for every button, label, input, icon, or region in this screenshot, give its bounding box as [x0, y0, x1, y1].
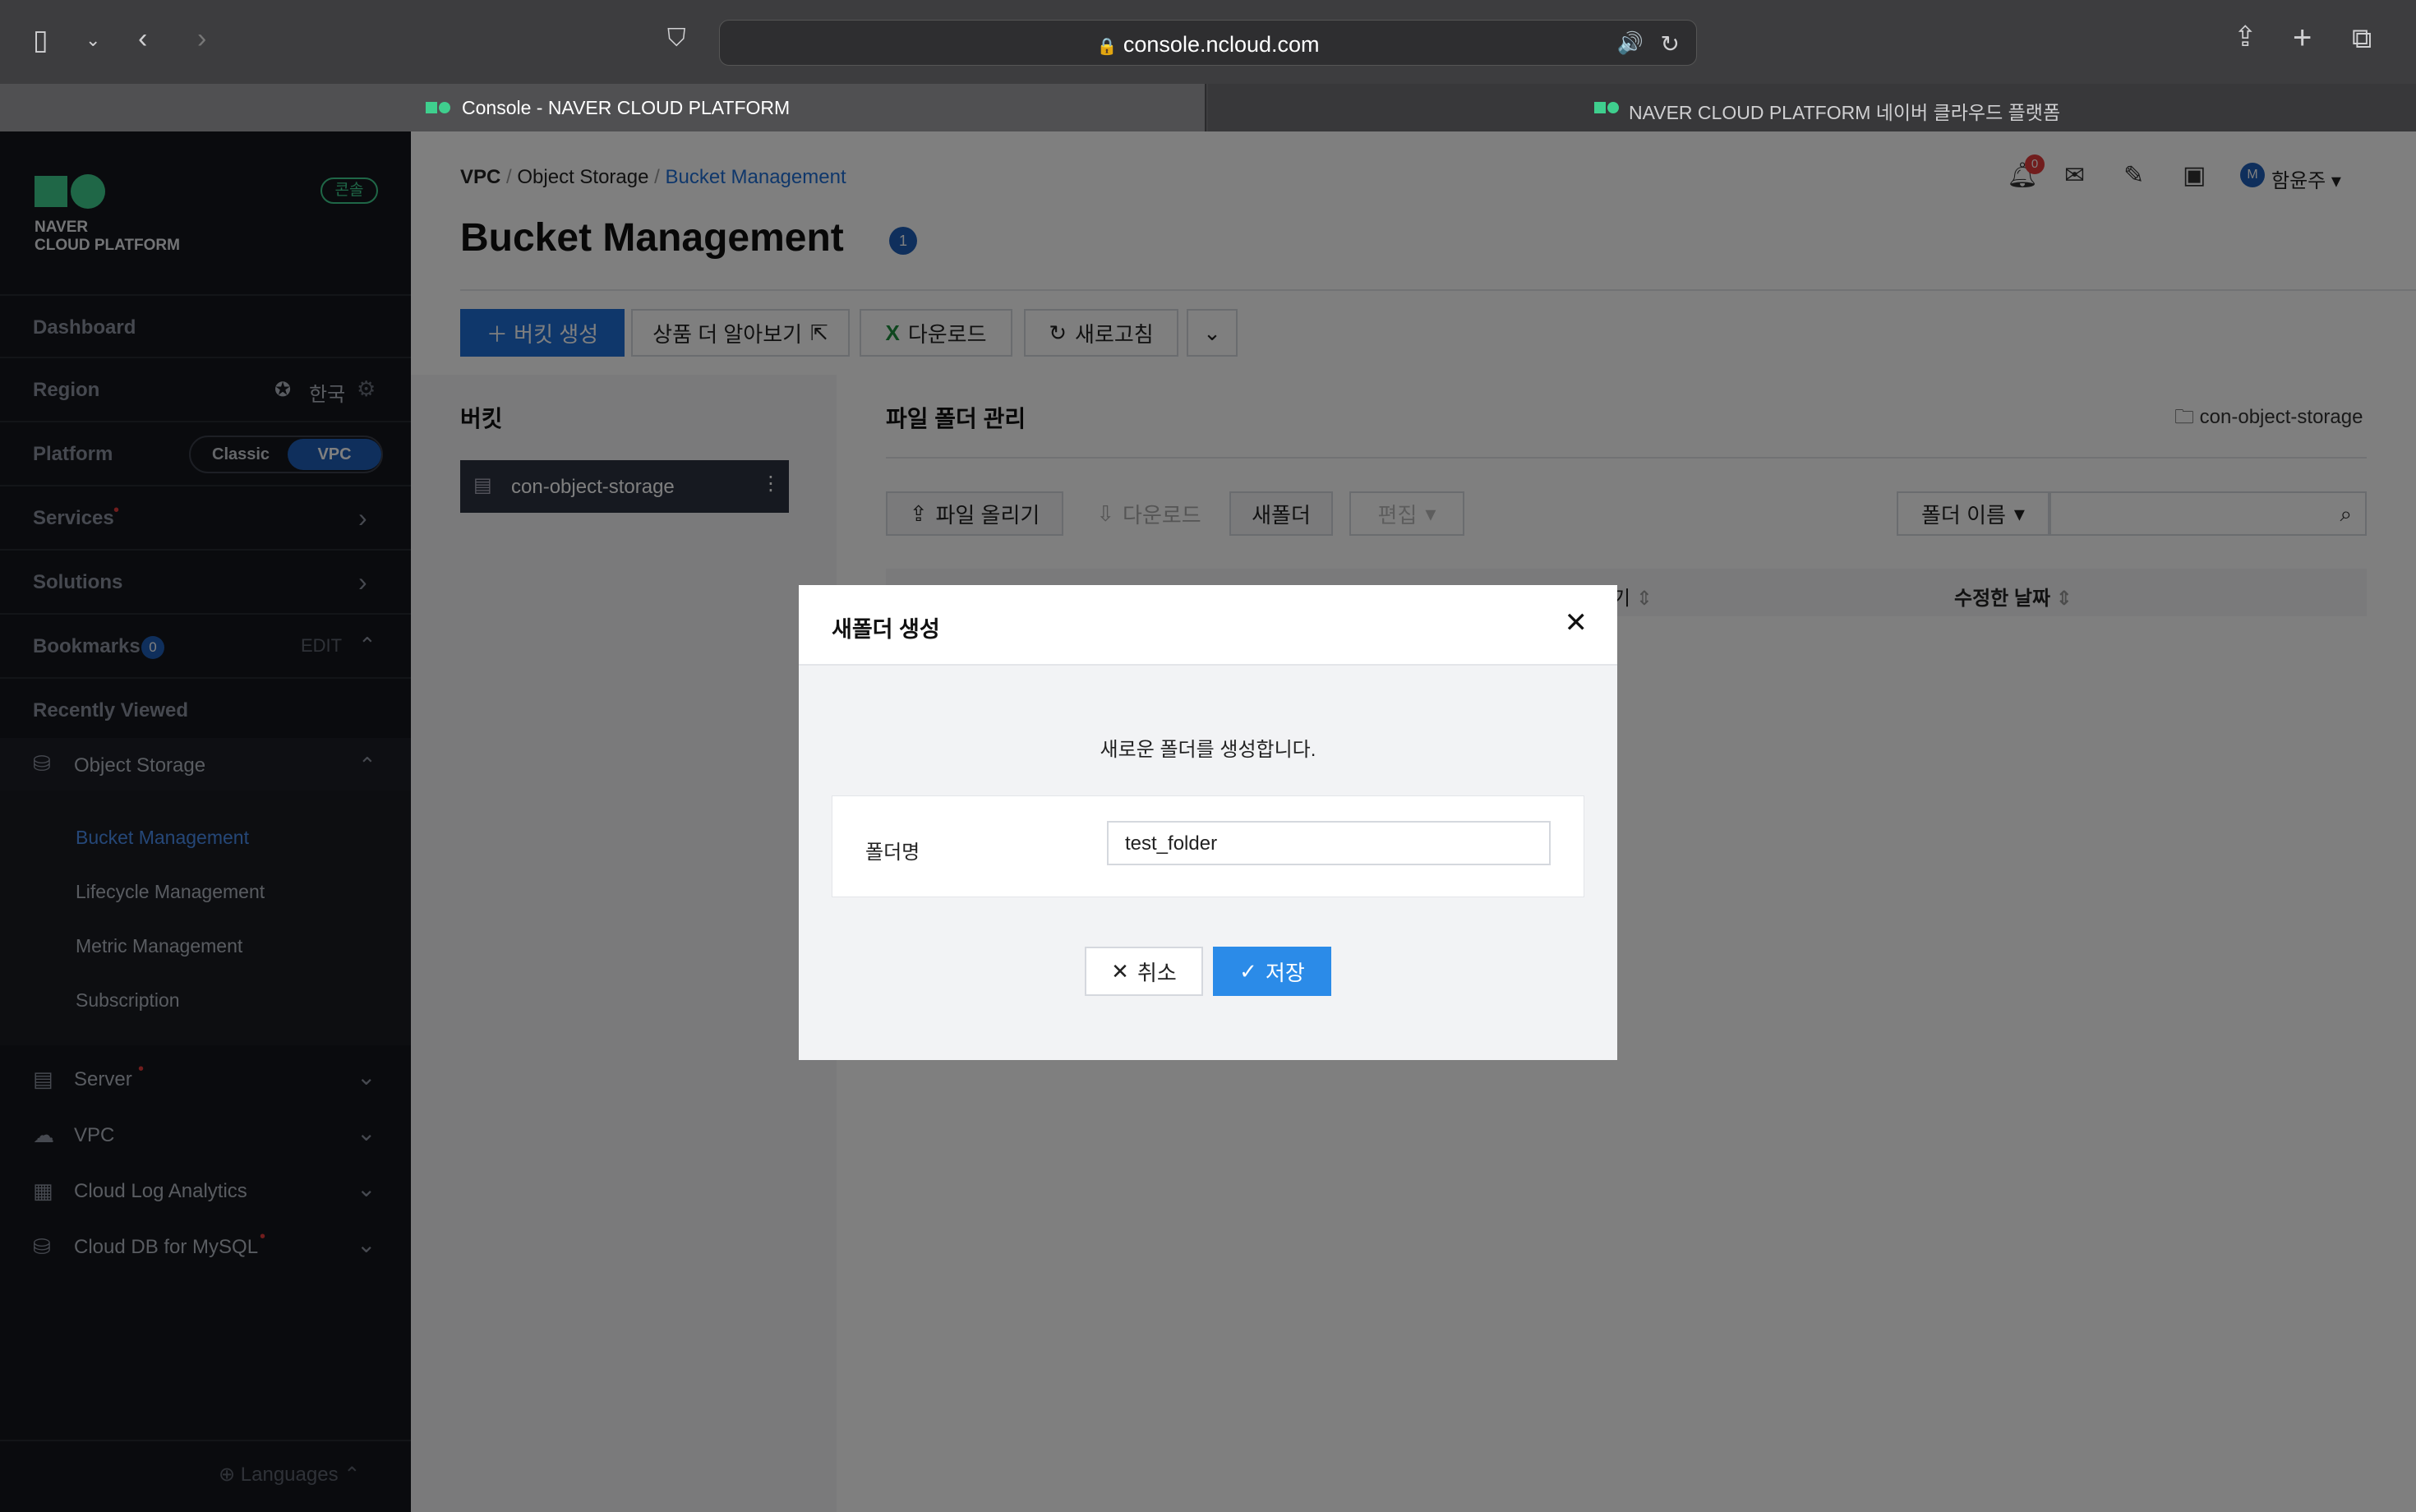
url-text: console.ncloud.com — [1123, 32, 1320, 57]
check-icon: ✓ — [1239, 958, 1257, 984]
tab-title: NAVER CLOUD PLATFORM 네이버 클라우드 플랫폼 — [1629, 102, 2061, 123]
forward-icon[interactable]: › — [197, 25, 206, 53]
new-tab-icon[interactable]: + — [2293, 21, 2312, 54]
tab-favicon — [426, 102, 437, 113]
folder-name-input[interactable]: test_folder — [1107, 821, 1551, 865]
dialog-title: 새폴더 생성 — [832, 617, 940, 642]
close-icon: ✕ — [1111, 958, 1129, 984]
audio-icon[interactable]: 🔊 — [1617, 30, 1644, 56]
dialog-message: 새로운 폴더를 생성합니다. — [1100, 739, 1316, 761]
save-label: 저장 — [1265, 960, 1305, 985]
chevron-down-icon[interactable]: ⌄ — [85, 31, 100, 49]
tabs-overview-icon[interactable]: ⧉ — [2352, 25, 2372, 53]
cancel-button[interactable]: ✕ 취소 — [1085, 947, 1203, 996]
reload-icon[interactable]: ↻ — [1661, 30, 1680, 58]
back-icon[interactable]: ‹ — [138, 25, 147, 53]
tab-title: Console - NAVER CLOUD PLATFORM — [462, 97, 791, 118]
sidebar-toggle-icon[interactable]: ▯ — [33, 26, 48, 54]
tab-favicon-dot — [1607, 102, 1619, 113]
share-icon[interactable]: ⇪ — [2234, 23, 2257, 51]
tab-favicon-dot — [439, 102, 450, 113]
folder-name-label: 폴더명 — [865, 841, 920, 864]
tab-favicon — [1594, 102, 1606, 113]
close-icon[interactable]: ✕ — [1565, 606, 1588, 639]
lock-icon: 🔒 — [1096, 38, 1118, 56]
save-button[interactable]: ✓ 저장 — [1213, 947, 1331, 996]
address-bar[interactable]: 🔒 console.ncloud.com 🔊 ↻ — [719, 20, 1697, 66]
shield-icon[interactable]: ⛉ — [667, 26, 686, 51]
cancel-label: 취소 — [1137, 960, 1177, 985]
new-folder-dialog: 새폴더 생성 ✕ 새로운 폴더를 생성합니다. 폴더명 test_folder … — [799, 585, 1617, 1060]
form-row: 폴더명 test_folder — [832, 795, 1584, 897]
